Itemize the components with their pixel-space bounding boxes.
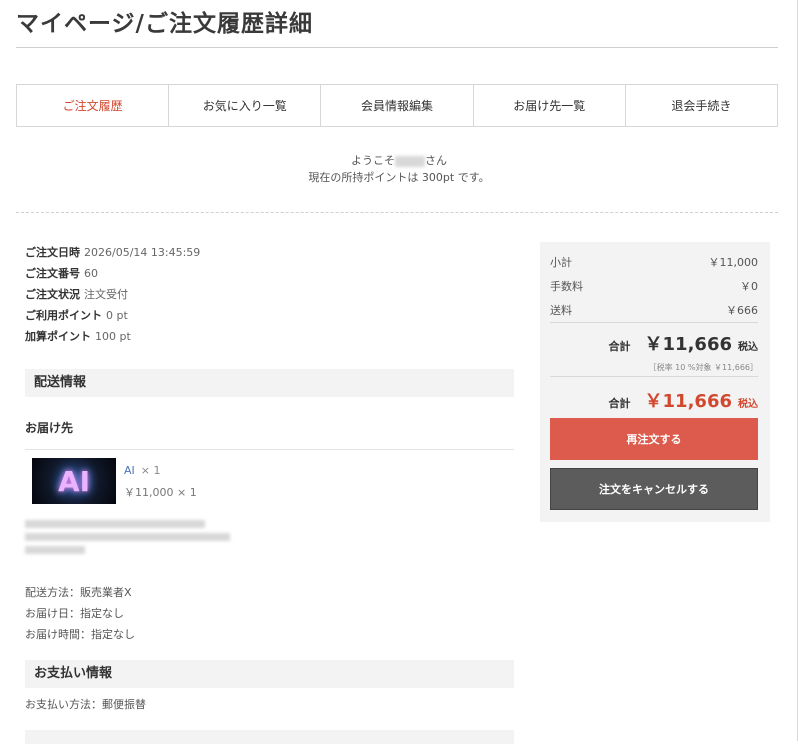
cancel-order-button[interactable]: 注文をキャンセルする (550, 468, 758, 510)
shipping-section-title: 配送情報 (25, 369, 514, 397)
welcome-suffix: さん (425, 154, 447, 167)
added-points-row: 加算ポイント 100 pt (25, 330, 131, 343)
grand-total-row: 合計 ￥11,666 税込 (609, 387, 758, 413)
redacted-username (395, 155, 425, 167)
payment-method: お支払い方法：郵便振替 (25, 698, 146, 711)
summary-divider-2 (550, 376, 758, 377)
used-points-row: ご利用ポイント 0 pt (25, 309, 128, 322)
product-price: ￥11,000 × 1 (124, 486, 197, 499)
title-divider (16, 47, 778, 48)
product-link[interactable]: AI (124, 464, 135, 477)
tax-breakdown: ［税率 10 %対象 ￥11,666］ (648, 363, 758, 372)
destination-label: お届け先 (25, 421, 74, 435)
order-date: 2026/05/14 13:45:59 (84, 246, 201, 259)
delivery-time: お届け時間：指定なし (25, 628, 135, 641)
redacted-address (25, 520, 230, 559)
order-info: ご注文日時 2026/05/14 13:45:59 ご注文番号 60 ご注文状況 注文… (25, 242, 200, 347)
order-date-row: ご注文日時 2026/05/14 13:45:59 (25, 246, 201, 259)
product-name: AI × 1 (124, 464, 161, 477)
product-qty: × 1 (140, 464, 161, 477)
tab-delivery-list[interactable]: お届け先一覧 (472, 85, 625, 126)
grand-total-value: ￥11,666 (644, 391, 732, 412)
payment-section-title: お支払い情報 (25, 660, 514, 688)
order-status-row: ご注文状況 注文受付 (25, 288, 128, 301)
points-balance: 現在の所持ポイントは 300pt です。 (308, 171, 490, 184)
welcome-prefix: ようこそ (351, 154, 395, 167)
tab-order-history[interactable]: ご注文履歴 (17, 85, 168, 126)
used-points: 0 pt (106, 309, 128, 322)
tab-withdraw[interactable]: 退会手続き (624, 85, 777, 126)
fee-row: 手数料 ￥0 (550, 280, 758, 293)
summary-divider (550, 322, 758, 323)
welcome-message: ようこそ さん 現在の所持ポイントは 300pt です。 (0, 152, 798, 186)
mypage-nav: ご注文履歴 お気に入り一覧 会員情報編集 お届け先一覧 退会手続き (16, 84, 778, 127)
destination-divider (25, 449, 514, 450)
order-number-row: ご注文番号 60 (25, 267, 98, 280)
section-divider (16, 212, 778, 213)
reorder-button[interactable]: 再注文する (550, 418, 758, 460)
order-summary-panel: 小計 ￥11,000 手数料 ￥0 送料 ￥666 合計 ￥11,666 税込 ［税率… (540, 242, 770, 522)
total-row: 合計 ￥11,666 税込 (609, 330, 758, 356)
shipping-fee-row: 送料 ￥666 (550, 304, 758, 317)
tab-favorites[interactable]: お気に入り一覧 (168, 85, 320, 126)
tab-member-edit[interactable]: 会員情報編集 (320, 85, 472, 126)
subtotal-value: ￥11,000 (708, 256, 759, 269)
page-title: マイページ/ご注文履歴詳細 (16, 11, 313, 37)
order-status: 注文受付 (84, 288, 128, 301)
fee-value: ￥0 (740, 280, 758, 293)
shipping-method: 配送方法：販売業者X (25, 586, 132, 599)
contact-section-title-partial (25, 730, 514, 744)
delivery-date: お届け日：指定なし (25, 607, 124, 620)
shipping-details: 配送方法：販売業者X お届け日：指定なし お届け時間：指定なし (25, 582, 135, 645)
subtotal-row: 小計 ￥11,000 (550, 256, 759, 269)
order-number: 60 (84, 267, 98, 280)
total-value: ￥11,666 (644, 334, 732, 355)
shipping-fee-value: ￥666 (726, 304, 758, 317)
added-points: 100 pt (95, 330, 131, 343)
product-thumbnail[interactable]: AI (32, 458, 116, 504)
